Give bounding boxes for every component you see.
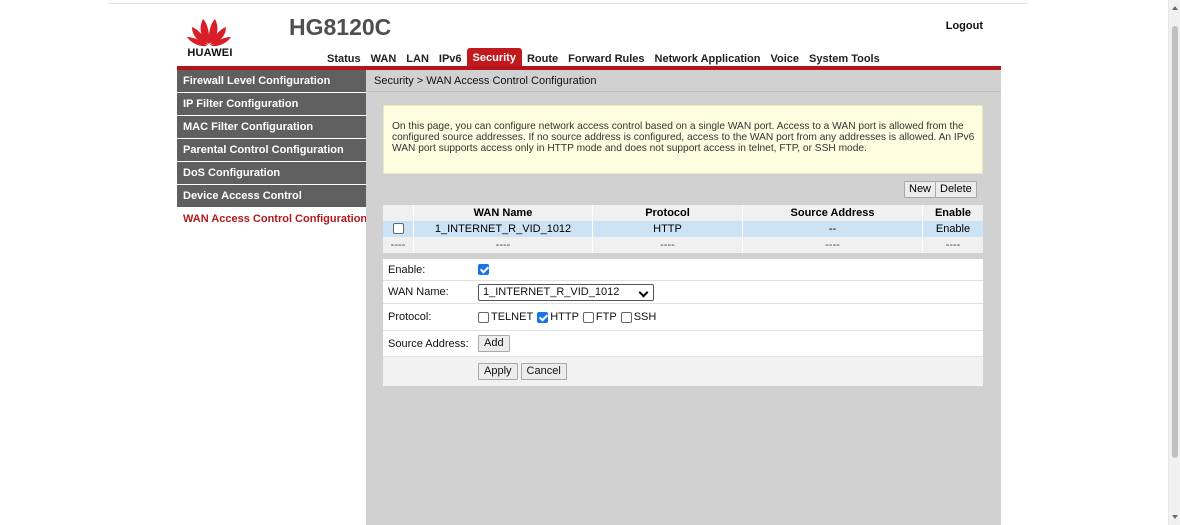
- chevron-down-icon: [638, 287, 649, 297]
- scroll-thumb[interactable]: [1172, 26, 1178, 458]
- router-web-ui: HUAWEI HG8120C Logout Status WAN LAN IPv…: [177, 8, 1001, 525]
- enable-checkbox[interactable]: [478, 264, 489, 275]
- logo-text: HUAWEI: [187, 47, 233, 59]
- cell-protocol: HTTP: [593, 221, 743, 237]
- protocol-option-ftp[interactable]: FTP: [582, 311, 617, 323]
- scroll-down-arrow-icon[interactable]: [1172, 515, 1178, 519]
- table-header-row: WAN Name Protocol Source Address Enable: [383, 205, 983, 221]
- placeholder-cell: ----: [945, 239, 961, 251]
- sidebar: Firewall Level Configuration IP Filter C…: [177, 70, 367, 525]
- ssh-label: SSH: [633, 311, 657, 323]
- form-row-source-address: Source Address: Add: [383, 331, 983, 357]
- table-placeholder-row: ---- ---- ---- ---- ----: [383, 237, 983, 253]
- config-form: Enable: WAN Name: 1_INTERNET_R_VID_1012 …: [383, 259, 983, 386]
- col-header-source-address: Source Address: [743, 205, 923, 221]
- sidebar-item-ip-filter[interactable]: IP Filter Configuration: [177, 93, 366, 116]
- sidebar-item-mac-filter[interactable]: MAC Filter Configuration: [177, 116, 366, 139]
- cell-enable: Enable: [935, 223, 971, 235]
- row-checkbox[interactable]: [392, 223, 404, 234]
- page-top-border: [108, 0, 1028, 4]
- col-header-protocol: Protocol: [593, 205, 743, 221]
- apply-button[interactable]: Apply: [478, 363, 518, 380]
- main-nav: Status WAN LAN IPv6 Security Route Forwa…: [322, 48, 885, 68]
- device-model-title: HG8120C: [289, 14, 392, 40]
- placeholder-cell: ----: [743, 237, 923, 253]
- form-row-wan-name: WAN Name: 1_INTERNET_R_VID_1012: [383, 281, 983, 304]
- sidebar-item-firewall-level[interactable]: Firewall Level Configuration: [177, 70, 366, 93]
- placeholder-cell: ----: [593, 237, 743, 253]
- wan-name-label: WAN Name:: [388, 286, 449, 298]
- telnet-checkbox[interactable]: [478, 311, 489, 323]
- main-content: Security > WAN Access Control Configurat…: [366, 70, 1001, 525]
- ssh-checkbox[interactable]: [620, 311, 632, 323]
- sidebar-item-parental-control[interactable]: Parental Control Configuration: [177, 139, 366, 162]
- form-row-protocol: Protocol: TELNET HTTP FTP SSH: [383, 304, 983, 331]
- sidebar-item-wan-access-control[interactable]: WAN Access Control Configuration: [177, 208, 367, 231]
- table-row[interactable]: 1_INTERNET_R_VID_1012 HTTP -- Enable: [383, 221, 983, 237]
- form-row-enable: Enable:: [383, 259, 983, 281]
- sidebar-item-dos[interactable]: DoS Configuration: [177, 162, 366, 185]
- nav-security[interactable]: Security: [466, 48, 522, 68]
- ftp-label: FTP: [595, 311, 617, 323]
- col-header-select: [383, 205, 414, 221]
- header: HUAWEI HG8120C Logout Status WAN LAN IPv…: [177, 8, 1001, 68]
- cell-source-address: --: [743, 221, 923, 237]
- info-box: On this page, you can configure network …: [383, 105, 983, 174]
- enable-label: Enable:: [388, 263, 426, 276]
- ftp-checkbox[interactable]: [582, 311, 594, 323]
- add-source-button[interactable]: Add: [478, 335, 510, 352]
- source-address-label: Source Address:: [388, 337, 469, 350]
- http-label: HTTP: [550, 311, 579, 323]
- scroll-up-arrow-icon[interactable]: [1172, 6, 1178, 10]
- placeholder-cell: ----: [414, 237, 593, 253]
- wan-access-table: WAN Name Protocol Source Address Enable …: [383, 205, 983, 253]
- protocol-option-http[interactable]: HTTP: [537, 311, 579, 323]
- breadcrumb: Security > WAN Access Control Configurat…: [366, 70, 1001, 92]
- row-select-cell: [383, 221, 414, 237]
- placeholder-cell: ----: [383, 237, 414, 253]
- col-header-enable: Enable: [934, 207, 972, 219]
- new-button[interactable]: New: [904, 181, 937, 198]
- telnet-label: TELNET: [491, 311, 534, 323]
- wan-name-select-value: 1_INTERNET_R_VID_1012: [483, 285, 620, 298]
- table-toolbar: New Delete: [383, 181, 983, 199]
- protocol-option-ssh[interactable]: SSH: [620, 311, 657, 323]
- protocol-label: Protocol:: [388, 311, 432, 323]
- sidebar-item-device-access-control[interactable]: Device Access Control: [177, 185, 366, 208]
- form-row-actions: Apply Cancel: [383, 357, 983, 386]
- cancel-button[interactable]: Cancel: [520, 363, 567, 380]
- protocol-option-telnet[interactable]: TELNET: [478, 311, 533, 323]
- logout-link[interactable]: Logout: [946, 20, 983, 32]
- col-header-wan-name: WAN Name: [414, 205, 593, 221]
- delete-button[interactable]: Delete: [935, 181, 977, 198]
- cell-wan-name: 1_INTERNET_R_VID_1012: [414, 221, 593, 237]
- http-checkbox[interactable]: [537, 311, 549, 323]
- page-scrollbar[interactable]: [1168, 0, 1180, 525]
- wan-name-select[interactable]: 1_INTERNET_R_VID_1012: [478, 283, 654, 301]
